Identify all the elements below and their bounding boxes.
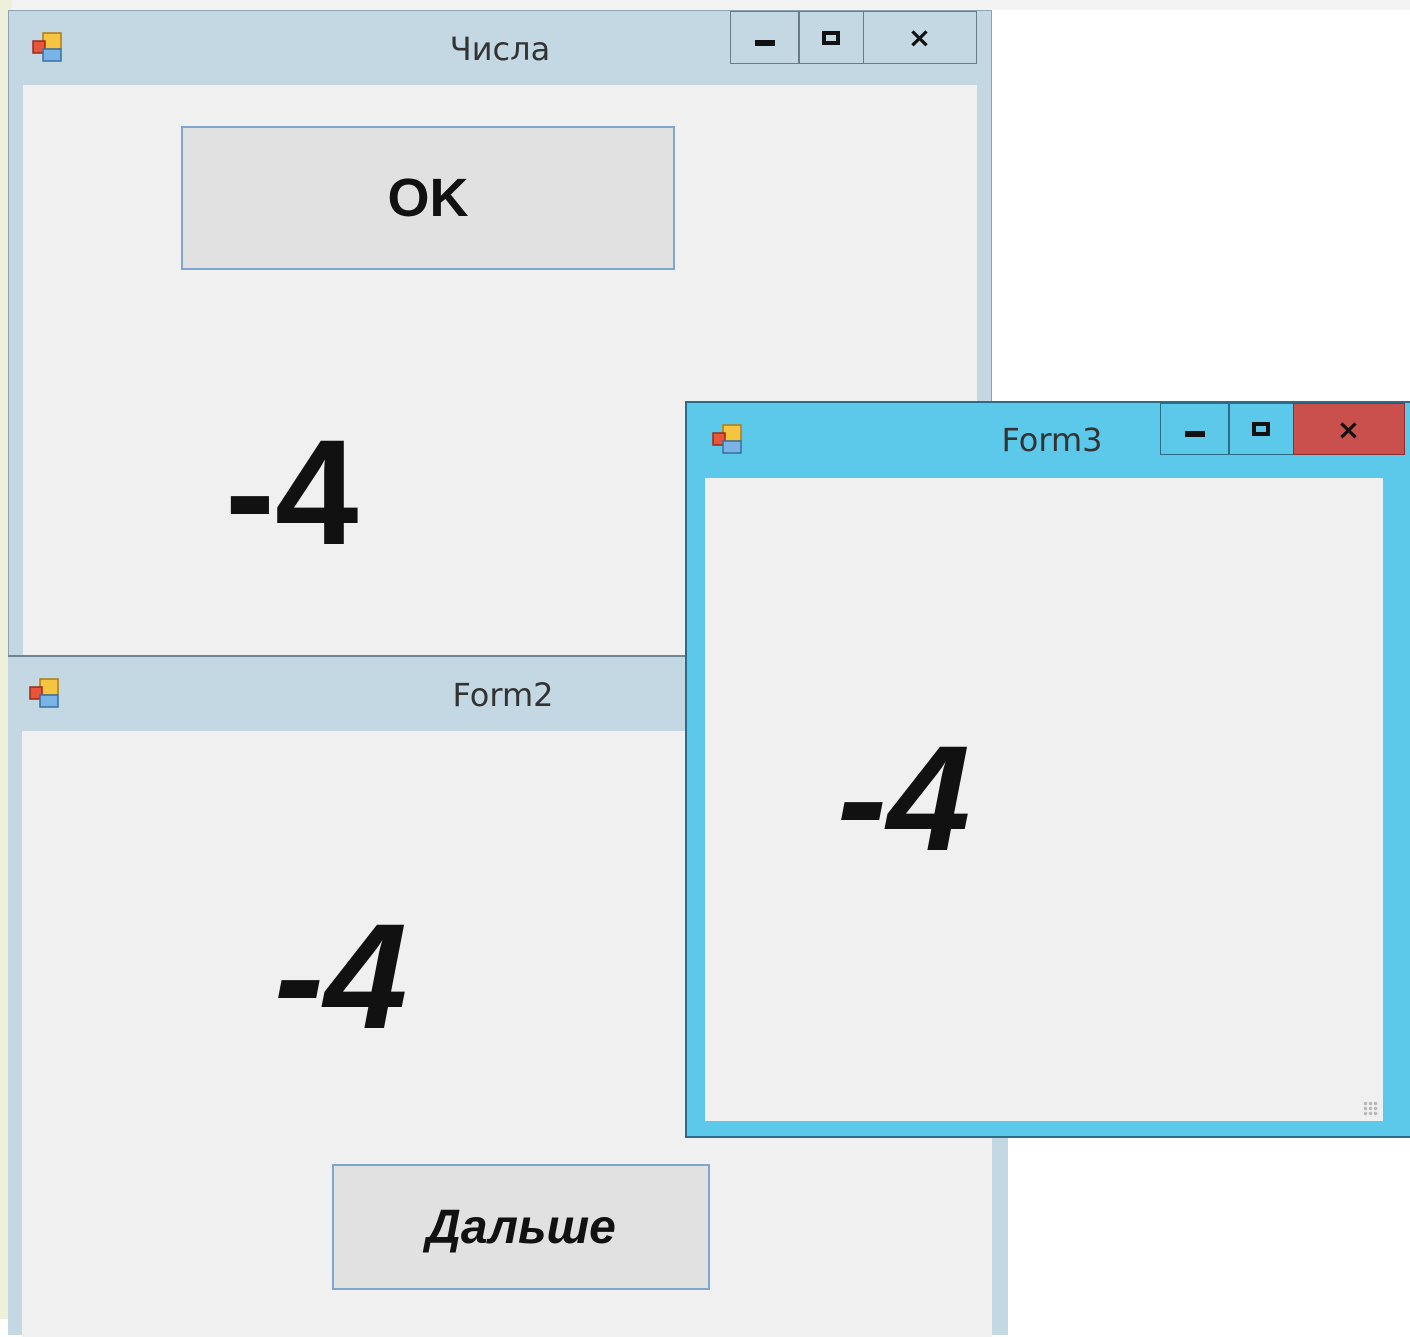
window-controls: ×	[1159, 403, 1405, 455]
number-label: -4	[837, 714, 971, 882]
close-button[interactable]: ×	[862, 11, 977, 64]
maximize-button[interactable]	[798, 11, 864, 64]
minimize-icon	[1184, 431, 1205, 437]
maximize-button[interactable]	[1228, 403, 1294, 455]
minimize-button[interactable]	[729, 11, 800, 64]
close-button[interactable]: ×	[1292, 403, 1405, 455]
ok-button[interactable]: OK	[181, 126, 675, 270]
minimize-button[interactable]	[1159, 403, 1230, 455]
maximize-icon	[1252, 422, 1270, 436]
titlebar[interactable]: Числа ×	[9, 11, 991, 85]
titlebar[interactable]: Form3 ×	[687, 403, 1410, 476]
resize-grip[interactable]	[1363, 1101, 1379, 1117]
maximize-icon	[822, 30, 840, 45]
close-icon: ×	[907, 21, 932, 54]
client-area: -4	[705, 478, 1383, 1121]
desktop-top-strip	[0, 0, 1410, 10]
number-label: -4	[225, 408, 359, 576]
window-form3: Form3 × -4	[685, 401, 1410, 1138]
window-controls: ×	[729, 11, 977, 64]
close-icon: ×	[1336, 412, 1361, 446]
next-button[interactable]: Дальше	[332, 1164, 710, 1290]
minimize-icon	[754, 39, 775, 46]
number-label: -4	[274, 892, 408, 1060]
